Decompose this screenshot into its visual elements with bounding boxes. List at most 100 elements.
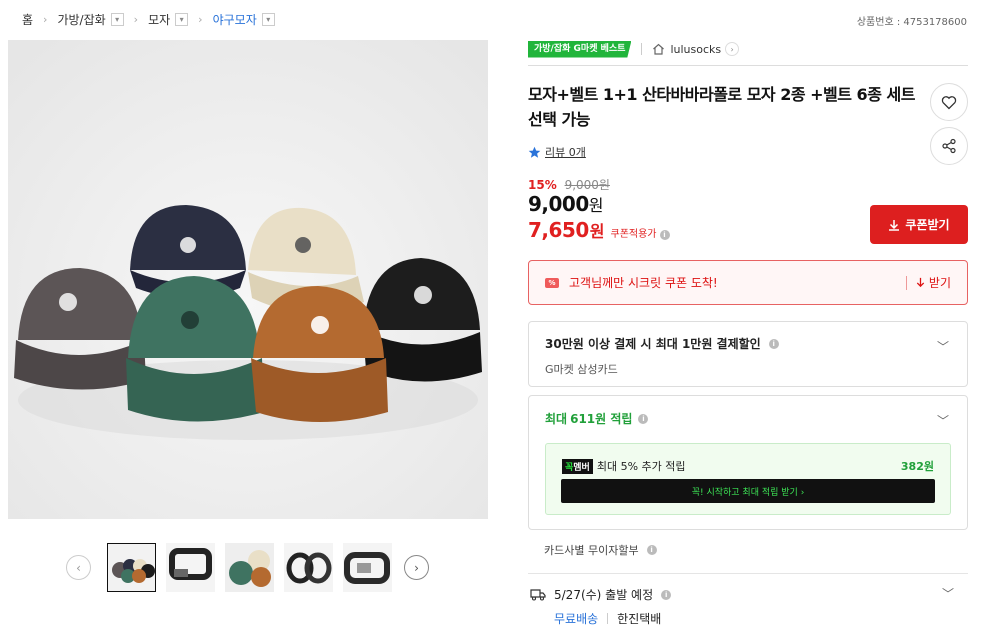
chevron-down-icon[interactable]: ▾ bbox=[110, 12, 124, 26]
chevron-right-icon: › bbox=[198, 12, 203, 26]
price-unit: 원 bbox=[589, 222, 605, 241]
breadcrumb-label: 모자 bbox=[148, 12, 171, 27]
review-link[interactable]: 리뷰 0개 bbox=[528, 144, 586, 160]
truck-icon bbox=[530, 589, 546, 601]
breadcrumb-hats[interactable]: 모자 ▾ bbox=[148, 11, 189, 28]
chevron-right-icon: › bbox=[414, 560, 419, 575]
chevron-down-icon[interactable]: ﹀ bbox=[942, 585, 954, 602]
card-discount-panel[interactable]: 30만원 이상 결제 시 최대 1만원 결제할인 i G마켓 삼성카드 ﹀ bbox=[528, 321, 968, 387]
info-icon[interactable]: i bbox=[659, 230, 670, 240]
shipping-date-text: 5/27(수) 출발 예정 bbox=[554, 588, 654, 602]
info-icon[interactable]: i bbox=[638, 413, 649, 424]
coupon-icon: % bbox=[545, 277, 559, 288]
points-amount: 611 bbox=[570, 411, 596, 426]
star-icon bbox=[528, 146, 541, 158]
heart-icon bbox=[941, 95, 957, 109]
seller-link[interactable]: lulusocks › bbox=[652, 42, 740, 56]
info-icon[interactable]: i bbox=[646, 545, 657, 555]
download-icon bbox=[889, 219, 900, 231]
breadcrumb-label: 야구모자 bbox=[212, 12, 257, 27]
thumbnail-next-button[interactable]: › bbox=[404, 555, 429, 580]
points-prefix: 최대 bbox=[545, 412, 568, 426]
chevron-down-icon[interactable]: ▾ bbox=[175, 12, 189, 26]
thumbnail-2[interactable] bbox=[166, 543, 215, 592]
divider bbox=[905, 275, 907, 290]
thumbnail-3[interactable] bbox=[225, 543, 274, 592]
breadcrumb-baseball-caps[interactable]: 야구모자 ▾ bbox=[213, 11, 275, 28]
caps-illustration bbox=[8, 40, 488, 519]
card-discount-title: 30만원 이상 결제 시 최대 1만원 결제할인 i bbox=[545, 335, 951, 352]
club-badge-white: 멤버 bbox=[573, 462, 590, 473]
product-number: 상품번호 : 4753178600 bbox=[856, 17, 967, 28]
club-badge: 꼭멤버 bbox=[562, 458, 593, 474]
breadcrumb: 홈 › 가방/잡화 ▾ › 모자 ▾ › 야구모자 ▾ bbox=[0, 0, 981, 38]
breadcrumb-label: 가방/잡화 bbox=[57, 12, 106, 27]
wishlist-button[interactable] bbox=[930, 83, 968, 121]
shipping-detail: 무료배송 한진택배 bbox=[554, 610, 661, 627]
discount-rate: 15% bbox=[528, 178, 557, 192]
divider bbox=[641, 43, 643, 55]
belt-thumbnail bbox=[284, 543, 333, 592]
product-main-image[interactable] bbox=[8, 40, 488, 519]
coupon-download-button[interactable]: 쿠폰받기 bbox=[870, 205, 968, 244]
coupon-download-label: 쿠폰받기 bbox=[905, 218, 950, 232]
review-count: 리뷰 0개 bbox=[545, 146, 586, 159]
share-icon bbox=[942, 138, 956, 154]
coupon-price: 7,650 원 쿠폰적용가 i bbox=[528, 218, 670, 242]
chevron-left-icon: ‹ bbox=[76, 560, 81, 575]
home-icon bbox=[653, 43, 665, 55]
price-unit: 원 bbox=[588, 196, 604, 215]
free-shipping-label: 무료배송 bbox=[554, 612, 599, 626]
coupon-price-value: 7,650 bbox=[528, 218, 589, 242]
breadcrumb-home[interactable]: 홈 bbox=[22, 11, 33, 28]
chevron-down-icon[interactable]: ﹀ bbox=[937, 338, 949, 355]
club-text: 최대 5% 추가 적립 bbox=[596, 460, 686, 473]
divider bbox=[528, 65, 968, 66]
card-discount-sub: G마켓 삼성카드 bbox=[545, 363, 618, 376]
chevron-down-icon[interactable]: ▾ bbox=[261, 12, 275, 26]
breadcrumb-bags[interactable]: 가방/잡화 ▾ bbox=[57, 11, 124, 28]
club-row: 꼭멤버 최대 5% 추가 적립 bbox=[562, 458, 686, 474]
badge-row: 가방/잡화 G마켓 베스트 lulusocks › bbox=[528, 40, 968, 58]
share-button[interactable] bbox=[930, 127, 968, 165]
thumbnail-5[interactable] bbox=[343, 543, 392, 592]
secret-coupon-download[interactable]: 받기 bbox=[915, 274, 951, 291]
sale-price: 9,000원 bbox=[528, 192, 604, 216]
shipping-date: 5/27(수) 출발 예정 i bbox=[530, 586, 672, 603]
points-panel: 최대 611 원 적립 i ﹀ 꼭멤버 최대 5% 추가 적립 382원 꼭! … bbox=[528, 395, 968, 530]
points-suffix: 원 적립 bbox=[595, 412, 633, 426]
thumbnail-4[interactable] bbox=[284, 543, 333, 592]
discount-row: 15% 9,000원 bbox=[528, 176, 610, 193]
secret-coupon-action: 받기 bbox=[928, 276, 951, 290]
club-start-button[interactable]: 꼭! 시작하고 최대 적립 받기 › bbox=[561, 479, 935, 503]
sale-price-value: 9,000 bbox=[528, 192, 589, 216]
points-title: 최대 611 원 적립 i bbox=[545, 410, 951, 427]
secret-coupon-banner[interactable]: % 고객님께만 시크릿 쿠폰 도착! 받기 bbox=[528, 260, 968, 305]
caps-closeup-thumbnail bbox=[225, 543, 274, 592]
club-amount: 382원 bbox=[900, 460, 934, 473]
installment-text: 카드사별 무이자할부 bbox=[544, 544, 639, 557]
best-badge[interactable]: 가방/잡화 G마켓 베스트 bbox=[528, 40, 632, 58]
club-box: 꼭멤버 최대 5% 추가 적립 382원 꼭! 시작하고 최대 적립 받기 › bbox=[545, 443, 951, 515]
original-price: 9,000원 bbox=[564, 178, 610, 192]
thumbnail-strip: ‹ › bbox=[66, 543, 429, 592]
carrier-name: 한진택배 bbox=[617, 612, 662, 626]
info-icon[interactable]: i bbox=[768, 338, 779, 349]
secret-coupon-text: 고객님께만 시크릿 쿠폰 도착! bbox=[569, 276, 718, 290]
thumbnail-prev-button[interactable]: ‹ bbox=[66, 555, 91, 580]
product-title: 모자+벨트 1+1 산타바바라폴로 모자 2종 +벨트 6종 세트 선택 가능 bbox=[528, 85, 915, 129]
caps-thumbnail bbox=[108, 544, 155, 591]
belt-thumbnail bbox=[166, 543, 215, 592]
installment-info: 카드사별 무이자할부 i bbox=[544, 542, 657, 558]
thumbnail-1[interactable] bbox=[107, 543, 156, 592]
info-icon[interactable]: i bbox=[661, 589, 672, 600]
chevron-down-icon[interactable]: ﹀ bbox=[937, 412, 949, 429]
coupon-price-label: 쿠폰적용가 bbox=[610, 229, 657, 240]
chevron-right-icon: › bbox=[43, 12, 48, 26]
download-icon bbox=[916, 277, 925, 288]
card-discount-title-text: 30만원 이상 결제 시 최대 1만원 결제할인 bbox=[545, 337, 761, 351]
belt-thumbnail bbox=[343, 543, 392, 592]
chevron-right-icon: › bbox=[725, 42, 740, 56]
divider bbox=[528, 573, 968, 574]
product-info-panel: 가방/잡화 G마켓 베스트 lulusocks › 모자+벨트 1+1 산타바바… bbox=[528, 40, 968, 626]
